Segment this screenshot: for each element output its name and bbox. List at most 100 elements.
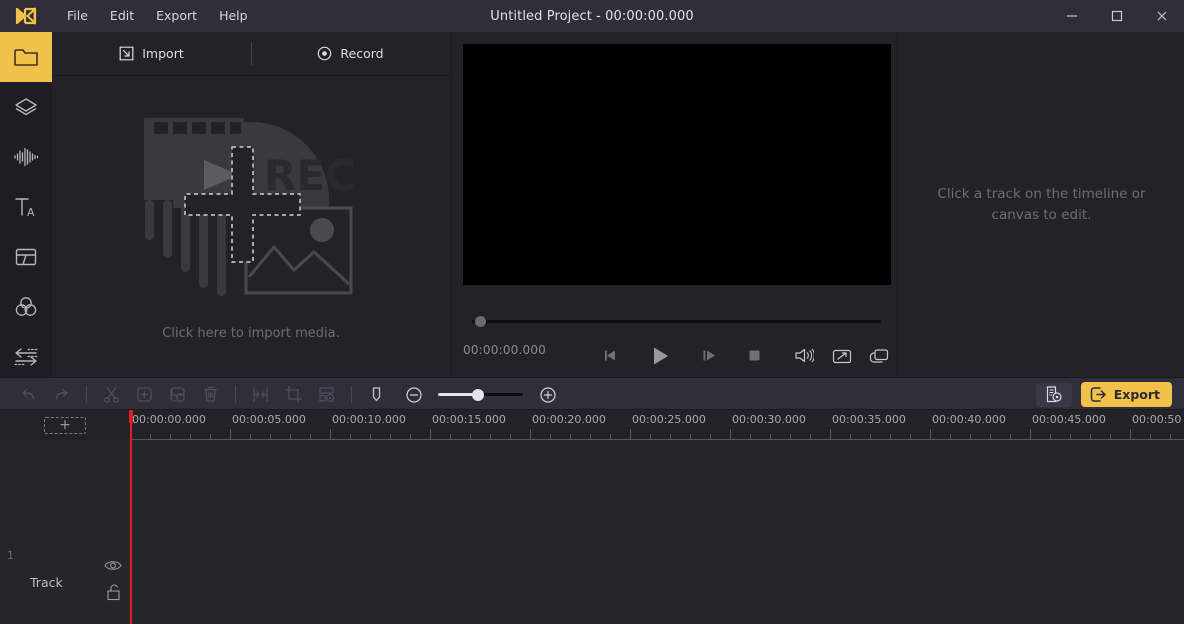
sidebar-item-stickers[interactable]	[0, 82, 52, 132]
crop-icon	[284, 385, 303, 404]
timeline-track-row[interactable]	[0, 440, 1184, 473]
duplicate-button[interactable]	[161, 378, 194, 411]
zoom-slider-handle[interactable]	[472, 389, 484, 401]
sidebar-item-split-screen[interactable]	[0, 232, 52, 282]
audio-waveform-icon	[12, 146, 40, 168]
minimize-icon[interactable]	[1049, 0, 1094, 32]
playhead-handle[interactable]	[129, 410, 133, 423]
track-lane[interactable]	[130, 440, 1184, 473]
track-header[interactable]: 1 Track	[0, 545, 130, 624]
import-arrow-icon	[119, 46, 134, 61]
title-bar: File Edit Export Help Untitled Project -…	[0, 0, 1184, 32]
track-header[interactable]	[0, 473, 130, 545]
sidebar-item-media[interactable]	[0, 32, 52, 82]
redo-button[interactable]	[45, 378, 78, 411]
play-icon[interactable]	[648, 344, 672, 368]
timeline-track-row[interactable]: 1 Track	[0, 545, 1184, 624]
timeline-track-row[interactable]	[0, 473, 1184, 545]
transport-bar: 00:00:00.000	[452, 334, 899, 377]
toolbar-right-group: Export	[1036, 378, 1172, 411]
sidebar-item-text[interactable]: A	[0, 182, 52, 232]
project-settings-button[interactable]	[1036, 383, 1072, 407]
export-button-label: Export	[1114, 387, 1160, 402]
properties-panel: Click a track on the timeline or canvas …	[899, 32, 1184, 377]
toolbar-divider-3	[351, 386, 352, 403]
track-lane[interactable]	[130, 473, 1184, 545]
timeline-zoom-control	[397, 378, 564, 411]
track-header[interactable]	[0, 440, 130, 473]
sidebar-item-transitions[interactable]	[0, 332, 52, 382]
prev-frame-icon[interactable]	[602, 347, 619, 364]
track-name: Track	[30, 575, 63, 590]
export-arrow-icon	[1090, 386, 1107, 403]
mosaic-button[interactable]	[310, 378, 343, 411]
transition-arrows-icon	[12, 346, 40, 368]
video-canvas[interactable]	[463, 44, 891, 285]
timeline-ruler[interactable]: 00:00:00.00000:00:05.00000:00:10.00000:0…	[130, 410, 1184, 440]
transport-controls	[602, 334, 762, 377]
record-dot-icon	[317, 46, 332, 61]
undo-button[interactable]	[12, 378, 45, 411]
trash-icon	[201, 385, 220, 404]
tab-import-label: Import	[142, 46, 184, 61]
undo-icon	[19, 385, 38, 404]
fullscreen-icon[interactable]	[832, 348, 852, 364]
sidebar-item-filters[interactable]	[0, 282, 52, 332]
playhead[interactable]	[130, 410, 132, 624]
left-sidebar: A	[0, 32, 52, 377]
add-track-button[interactable]: +	[44, 417, 86, 434]
track-number: 1	[7, 549, 14, 562]
crop-button[interactable]	[277, 378, 310, 411]
ruler-label: 00:00:20.000	[532, 413, 606, 426]
unlock-icon[interactable]	[106, 583, 122, 601]
media-drop-zone[interactable]: REC Click here to import media.	[52, 76, 450, 377]
window-controls	[1049, 0, 1184, 32]
delete-button[interactable]	[194, 378, 227, 411]
add-to-timeline-button[interactable]	[128, 378, 161, 411]
snapshot-icon[interactable]	[869, 348, 889, 364]
ruler-label: 00:00:50	[1132, 413, 1181, 426]
menu-edit[interactable]: Edit	[99, 5, 145, 28]
volume-icon[interactable]	[794, 347, 814, 364]
stop-icon[interactable]	[747, 348, 762, 363]
next-frame-icon[interactable]	[701, 347, 718, 364]
color-circles-icon	[13, 295, 39, 319]
marker-icon	[367, 385, 386, 404]
toolbar-left-group	[12, 378, 564, 411]
timeline-ruler-row: + 00:00:00.00000:00:05.00000:00:10.00000…	[0, 410, 1184, 440]
zoom-slider[interactable]	[438, 388, 523, 402]
export-button[interactable]: Export	[1081, 382, 1172, 407]
seek-track	[472, 320, 881, 323]
media-panel: Import Record	[52, 32, 450, 377]
menu-help[interactable]: Help	[208, 5, 259, 28]
zoom-in-button[interactable]	[531, 378, 564, 411]
split-button[interactable]	[244, 378, 277, 411]
marker-button[interactable]	[360, 378, 393, 411]
toolbar-divider-2	[235, 386, 236, 403]
preview-timecode: 00:00:00.000	[463, 343, 546, 357]
eye-icon[interactable]	[104, 559, 122, 572]
menu-file[interactable]: File	[56, 5, 99, 28]
seek-handle[interactable]	[475, 316, 486, 327]
ruler-label: 00:00:05.000	[232, 413, 306, 426]
menu-export[interactable]: Export	[145, 5, 208, 28]
timeline-panel: + 00:00:00.00000:00:05.00000:00:10.00000…	[0, 410, 1184, 624]
ruler-label: 00:00:40.000	[932, 413, 1006, 426]
cut-button[interactable]	[95, 378, 128, 411]
grid-settings-icon	[317, 385, 336, 404]
timeline-tracks: 1 Track	[0, 440, 1184, 624]
sidebar-item-audio[interactable]	[0, 132, 52, 182]
tab-record-label: Record	[340, 46, 383, 61]
track-lane[interactable]	[130, 545, 1184, 624]
add-circle-icon	[135, 385, 154, 404]
seek-bar[interactable]	[463, 313, 891, 329]
editor-toolbar: Export	[0, 377, 1184, 410]
tab-record[interactable]: Record	[251, 32, 450, 75]
project-settings-icon	[1044, 385, 1063, 404]
maximize-icon[interactable]	[1094, 0, 1139, 32]
zoom-out-button[interactable]	[397, 378, 430, 411]
ruler-label: 00:00:10.000	[332, 413, 406, 426]
tab-import[interactable]: Import	[52, 32, 251, 75]
close-icon[interactable]	[1139, 0, 1184, 32]
zoom-in-icon	[539, 386, 557, 404]
